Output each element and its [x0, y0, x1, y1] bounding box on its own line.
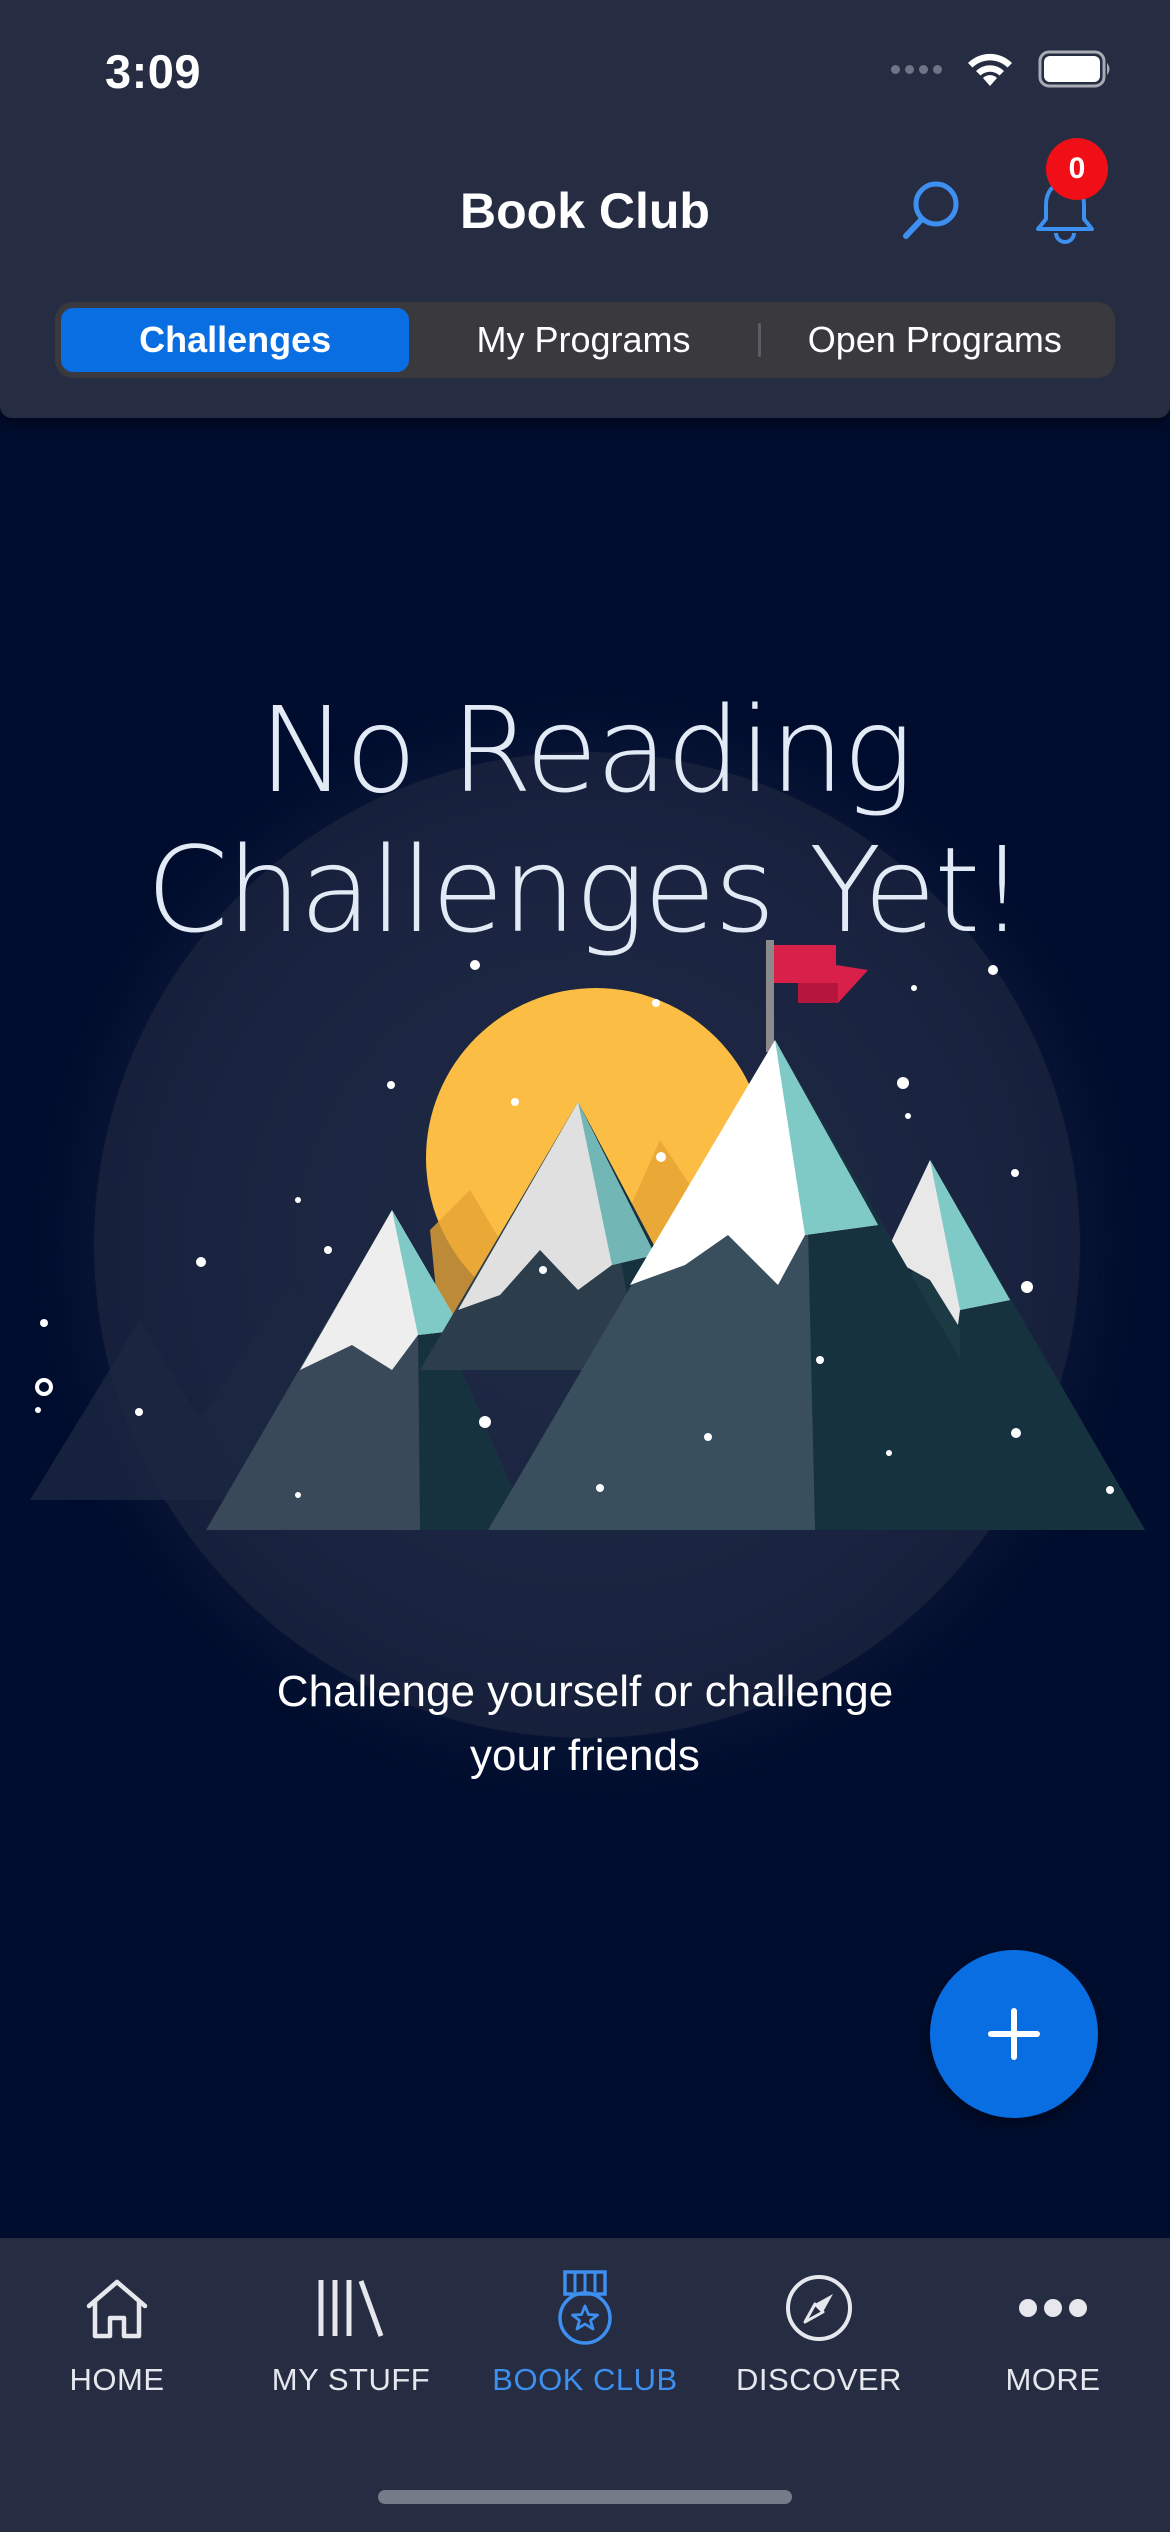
tab-open-programs[interactable]: Open Programs: [761, 308, 1109, 372]
book-club-screen: No Reading Challenges Yet! Challenge you…: [0, 0, 1170, 2532]
battery-icon: [1038, 50, 1110, 88]
notification-badge: 0: [1046, 138, 1108, 200]
home-indicator: [378, 2490, 792, 2504]
plus-icon: [988, 2008, 1040, 2060]
tab-my-programs[interactable]: My Programs: [409, 308, 757, 372]
bottom-tab-bar: HOME MY STUFF BOOK CLUB DISCOVER MORE: [0, 2238, 1170, 2532]
tab-discover[interactable]: DISCOVER: [702, 2268, 936, 2408]
search-icon: [903, 181, 959, 239]
tab-challenges[interactable]: Challenges: [61, 308, 410, 372]
tab-home[interactable]: HOME: [0, 2268, 234, 2408]
tab-my-stuff-label: MY STUFF: [271, 2362, 431, 2397]
library-icon: [318, 2280, 384, 2337]
tab-home-label: HOME: [69, 2362, 165, 2397]
tab-more[interactable]: MORE: [936, 2268, 1170, 2408]
empty-state-title: No Reading Challenges Yet!: [0, 680, 1170, 960]
segmented-control: Challenges My Programs Open Programs: [55, 302, 1115, 378]
compass-icon: [786, 2275, 852, 2341]
empty-title-line1: No Reading: [258, 681, 914, 819]
tab-my-stuff[interactable]: MY STUFF: [234, 2268, 468, 2408]
status-icons: [891, 50, 1114, 88]
tab-book-club-label: BOOK CLUB: [492, 2362, 678, 2397]
tab-discover-label: DISCOVER: [736, 2362, 902, 2397]
cellular-signal-icon: [891, 64, 942, 74]
search-button[interactable]: [898, 178, 964, 244]
tab-book-club[interactable]: BOOK CLUB: [468, 2268, 702, 2408]
mountains-illustration: [30, 940, 1145, 1530]
home-icon: [86, 2279, 148, 2339]
status-time: 3:09: [105, 45, 202, 98]
add-challenge-button[interactable]: [930, 1950, 1098, 2118]
empty-subtitle-line1: Challenge yourself or challenge: [276, 1667, 894, 1716]
empty-state-subtitle: Challenge yourself or challenge your fri…: [0, 1660, 1170, 1788]
page-title: Book Club: [460, 183, 710, 239]
medal-icon: [558, 2270, 612, 2345]
wifi-icon: [968, 53, 1012, 86]
empty-subtitle-line2: your friends: [470, 1731, 700, 1780]
empty-title-line2: Challenges Yet!: [146, 821, 1025, 959]
header: 3:09 Book Club 0 Challenges My Programs …: [0, 0, 1170, 418]
tab-more-label: MORE: [1005, 2362, 1101, 2397]
more-icon: [1019, 2299, 1087, 2317]
